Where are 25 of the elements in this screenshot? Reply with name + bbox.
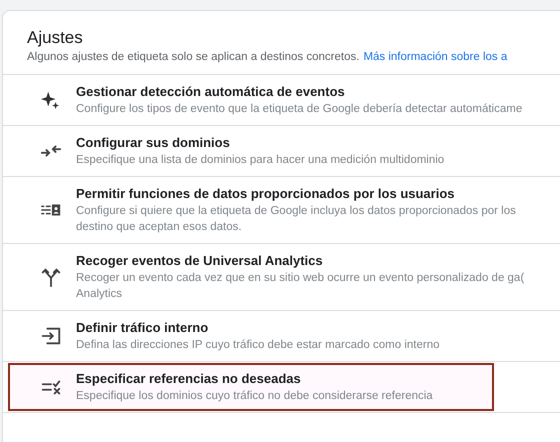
row-description: Especifique los dominios cuyo tráfico no debe considerarse referencia — [76, 389, 433, 404]
settings-row[interactable]: Gestionar detección automática de eventos Configure los tipos de evento que la etiqueta de Google debería detectar automáticame — [8, 76, 528, 124]
row-description: Recoger un evento cada vez que en su sitio web ocurre un evento personalizado de ga( — [76, 271, 524, 286]
row-description: destino que aceptan esos datos. — [76, 220, 243, 235]
row-title: Configurar sus dominios — [76, 134, 231, 152]
row-description: Configure los tipos de evento que la etiqueta de Google debería detectar automáticame — [76, 102, 522, 117]
row-description: Configure si quiere que la etiqueta de Google incluya los datos proporcionados por los — [76, 204, 516, 219]
section-title: Ajustes — [27, 27, 84, 49]
row-description: Defina las direcciones IP cuyo tráfico debe estar marcado como interno — [76, 338, 440, 353]
fork-icon — [40, 266, 62, 288]
enter-icon — [40, 325, 62, 347]
settings-row[interactable]: Configurar sus dominios Especifique una lista de dominios para hacer una medición multidominio — [8, 127, 494, 175]
settings-row[interactable]: Permitir funciones de datos proporcionados por los usuarios Configure si quiere que la etiqueta de Google incluya los datos proporcionados por los destino que aceptan esos datos. — [8, 178, 522, 242]
row-title: Permitir funciones de datos proporcionados por los usuarios — [76, 185, 456, 203]
section-subtitle: Algunos ajustes de etiqueta solo se aplican a destinos concretos. — [27, 50, 360, 65]
settings-row[interactable]: Definir tráfico interno Defina las direcciones IP cuyo tráfico debe estar marcado como interno — [8, 312, 494, 360]
row-title: Especificar referencias no deseadas — [76, 370, 302, 388]
row-title: Definir tráfico interno — [76, 319, 210, 337]
more-info-link[interactable]: Más información sobre los a — [363, 49, 508, 65]
row-description: Analytics — [76, 287, 124, 302]
row-description: Especifique una lista de dominios para hacer una medición multidominio — [76, 153, 444, 168]
row-title: Gestionar detección automática de eventos — [76, 83, 346, 101]
row-title: Recoger eventos de Universal Analytics — [76, 252, 324, 270]
settings-row[interactable]: Recoger eventos de Universal Analytics Recoger un evento cada vez que en su sitio web ocurre un evento personalizado de ga( Analytics — [8, 245, 530, 309]
settings-row[interactable]: Especificar referencias no deseadas Especifique los dominios cuyo tráfico no debe considerarse referencia — [8, 363, 494, 411]
